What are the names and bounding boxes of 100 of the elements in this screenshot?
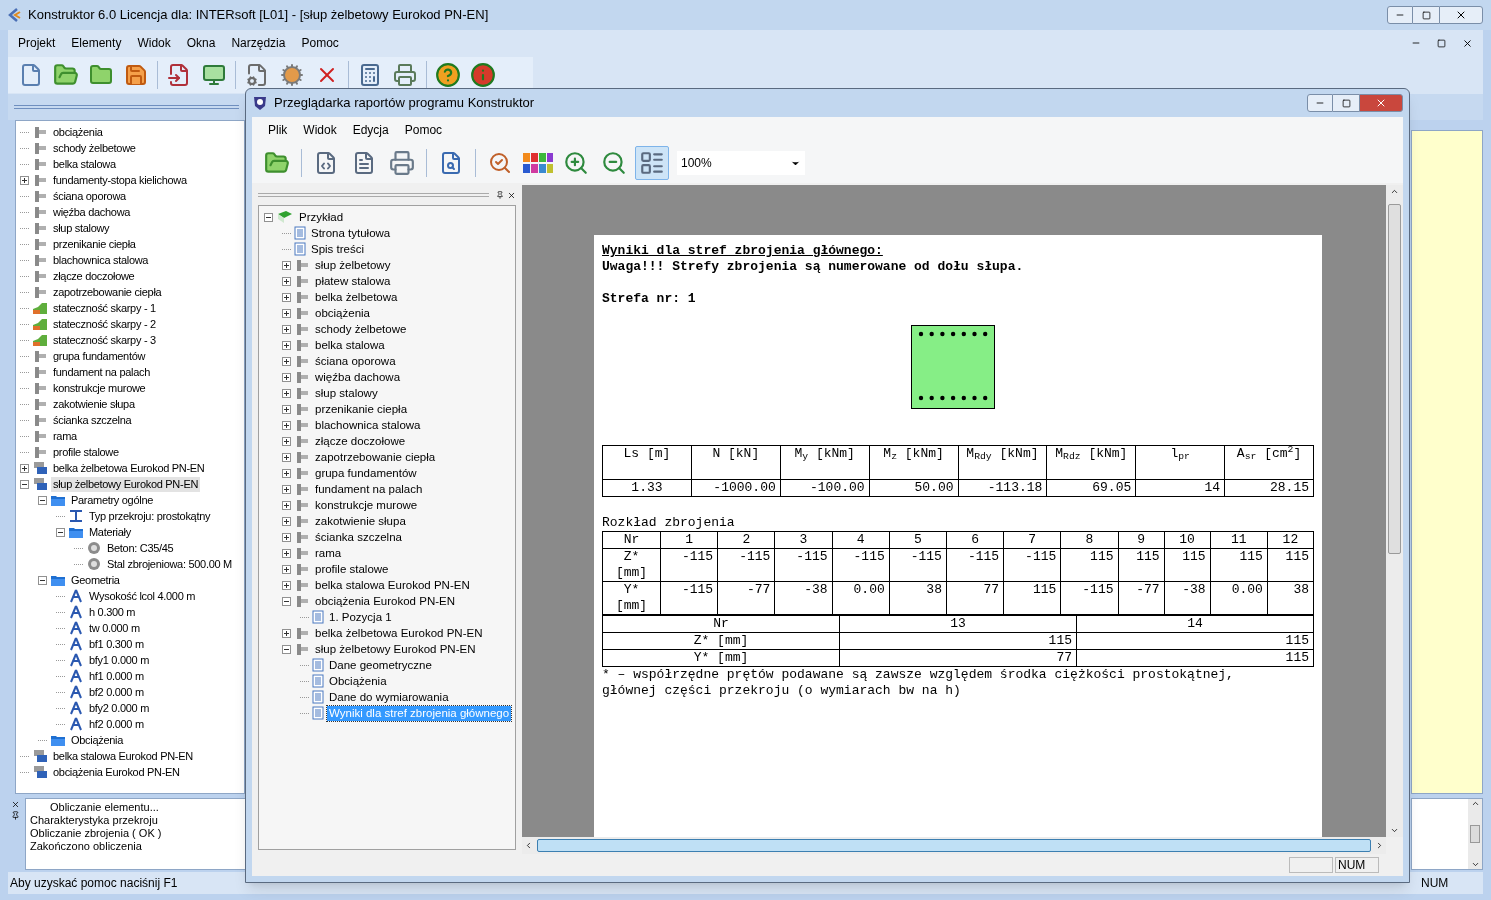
collapse-toggle[interactable]	[20, 479, 29, 489]
tree-item[interactable]: słup żelbetowy	[313, 257, 393, 273]
horizontal-scrollbar[interactable]	[522, 837, 1386, 854]
expand-toggle[interactable]	[282, 420, 291, 430]
tree-item[interactable]: schody żelbetowe	[51, 140, 138, 156]
expand-toggle[interactable]	[282, 292, 291, 302]
toolbar-toggle[interactable]	[635, 146, 669, 180]
tree-item[interactable]: Stal zbrojeniowa: 500.00 M	[105, 556, 234, 572]
expand-toggle[interactable]	[282, 468, 291, 478]
expand-toggle[interactable]	[282, 276, 291, 286]
tree-item[interactable]: blachownica stalowa	[51, 252, 151, 268]
expand-toggle[interactable]	[282, 516, 291, 526]
expand-toggle[interactable]	[282, 452, 291, 462]
tree-item[interactable]: grupa fundamentów	[51, 348, 148, 364]
scroll-thumb[interactable]	[1388, 204, 1401, 554]
tree-item[interactable]: więźba dachowa	[51, 204, 133, 220]
collapse-toggle[interactable]	[38, 495, 47, 505]
tree-item[interactable]: belka stalowa Eurokod PN-EN	[51, 748, 195, 764]
tree-item[interactable]: zapotrzebowanie ciepła	[313, 449, 438, 465]
collapse-toggle[interactable]	[56, 527, 65, 537]
tree-item[interactable]: Geometria	[69, 572, 122, 588]
tree-item[interactable]: słup stalowy	[313, 385, 380, 401]
tree-item[interactable]: schody żelbetowe	[313, 321, 409, 337]
scroll-down-icon[interactable]	[1470, 860, 1480, 869]
expand-toggle[interactable]	[282, 340, 291, 350]
tree-item[interactable]: fundament na palach	[51, 364, 153, 380]
tree-item[interactable]: 1. Pozycja 1	[327, 609, 394, 625]
scroll-up-icon[interactable]	[1390, 187, 1399, 196]
restore-icon[interactable]	[1437, 38, 1446, 48]
menu-item[interactable]: Edycja	[352, 121, 389, 139]
scroll-down-icon[interactable]	[1390, 826, 1399, 835]
maximize-button[interactable]	[1333, 94, 1359, 112]
menu-item[interactable]: Pomoc	[404, 121, 443, 139]
vertical-scrollbar[interactable]	[1386, 185, 1403, 837]
tree-item[interactable]: belka żelbetowa	[313, 289, 400, 305]
menu-item[interactable]: Narzędzia	[231, 34, 286, 52]
tree-item[interactable]: hf1 0.000 m	[87, 668, 146, 684]
expand-toggle[interactable]	[20, 463, 29, 473]
tree-item[interactable]: obciążenia Eurokod PN-EN	[313, 593, 457, 609]
tree-item[interactable]: bf1 0.300 m	[87, 636, 146, 652]
tree-item[interactable]: zakotwienie słupa	[51, 396, 137, 412]
tree-item[interactable]: konstrukcje murowe	[51, 380, 148, 396]
tree-item[interactable]: Strona tytułowa	[309, 225, 393, 241]
tree-item[interactable]: belka stalowa Eurokod PN-EN	[313, 577, 472, 593]
collapse-toggle[interactable]	[38, 575, 47, 585]
pin-icon[interactable]	[10, 811, 20, 820]
scroll-right-icon[interactable]	[1375, 841, 1384, 850]
menu-item[interactable]: Pomoc	[301, 34, 339, 52]
tree-item[interactable]: h 0.300 m	[87, 604, 138, 620]
tree-item[interactable]: płatew stalowa	[313, 273, 393, 289]
tree-item[interactable]: konstrukcje murowe	[313, 497, 420, 513]
tree-item[interactable]: słup żelbetowy Eurokod PN-EN	[313, 641, 478, 657]
tree-item[interactable]: belka stalowa	[51, 156, 118, 172]
expand-toggle[interactable]	[282, 388, 291, 398]
pin-icon[interactable]	[496, 191, 504, 199]
tree-item[interactable]: złącze doczołowe	[51, 268, 137, 284]
tree-item[interactable]: obciążenia	[313, 305, 372, 321]
expand-toggle[interactable]	[282, 580, 291, 590]
tree-item[interactable]: Beton: C35/45	[105, 540, 176, 556]
tree-item[interactable]: rama	[51, 428, 79, 444]
expand-toggle[interactable]	[282, 372, 291, 382]
expand-toggle[interactable]	[282, 436, 291, 446]
tree-item[interactable]: Parametry ogólne	[69, 492, 156, 508]
tree-item[interactable]: rama	[313, 545, 344, 561]
tree-item[interactable]: grupa fundamentów	[313, 465, 419, 481]
expand-toggle[interactable]	[282, 308, 291, 318]
expand-toggle[interactable]	[282, 564, 291, 574]
tree-item[interactable]: belka żelbetowa Eurokod PN-EN	[313, 625, 485, 641]
tree-item[interactable]: profile stalowe	[313, 561, 391, 577]
tree-item[interactable]: Wysokość lcol 4.000 m	[87, 588, 198, 604]
tree-item[interactable]: zapotrzebowanie ciepła	[51, 284, 164, 300]
tree-item[interactable]: stateczność skarpy - 3	[51, 332, 158, 348]
menu-item[interactable]: Projekt	[18, 34, 56, 52]
close-icon[interactable]	[10, 800, 20, 809]
expand-toggle[interactable]	[282, 404, 291, 414]
tree-item[interactable]: fundamenty-stopa kielichowa	[51, 172, 189, 188]
tree-item[interactable]: bf2 0.000 m	[87, 684, 146, 700]
tree-item[interactable]: obciążenia Eurokod PN-EN	[51, 764, 182, 780]
expand-toggle[interactable]	[282, 260, 291, 270]
tree-item[interactable]: obciążenia	[51, 124, 105, 140]
expand-toggle[interactable]	[20, 175, 29, 185]
expand-toggle[interactable]	[282, 628, 291, 638]
menu-item[interactable]: Widok	[303, 121, 337, 139]
tree-item[interactable]: więźba dachowa	[313, 369, 403, 385]
tree-item[interactable]: profile stalowe	[51, 444, 121, 460]
tree-item[interactable]: Dane do wymiarowania	[327, 689, 451, 705]
expand-toggle[interactable]	[282, 356, 291, 366]
collapse-toggle[interactable]	[282, 596, 291, 606]
maximize-button[interactable]	[1413, 6, 1439, 24]
tree-item[interactable]: Obciążenia	[69, 732, 126, 748]
close-button[interactable]	[1439, 6, 1483, 24]
tree-item[interactable]: Dane geometryczne	[327, 657, 434, 673]
tree-item[interactable]: belka stalowa	[313, 337, 387, 353]
tree-item[interactable]: ściana oporowa	[51, 188, 128, 204]
tree-item[interactable]: tw 0.000 m	[87, 620, 142, 636]
expand-toggle[interactable]	[282, 500, 291, 510]
tree-item[interactable]: Typ przekroju: prostokątny	[87, 508, 213, 524]
tree-item[interactable]: blachownica stalowa	[313, 417, 423, 433]
menu-item[interactable]: Elementy	[71, 34, 122, 52]
tree-item[interactable]: słup żelbetowy Eurokod PN-EN	[51, 476, 201, 492]
